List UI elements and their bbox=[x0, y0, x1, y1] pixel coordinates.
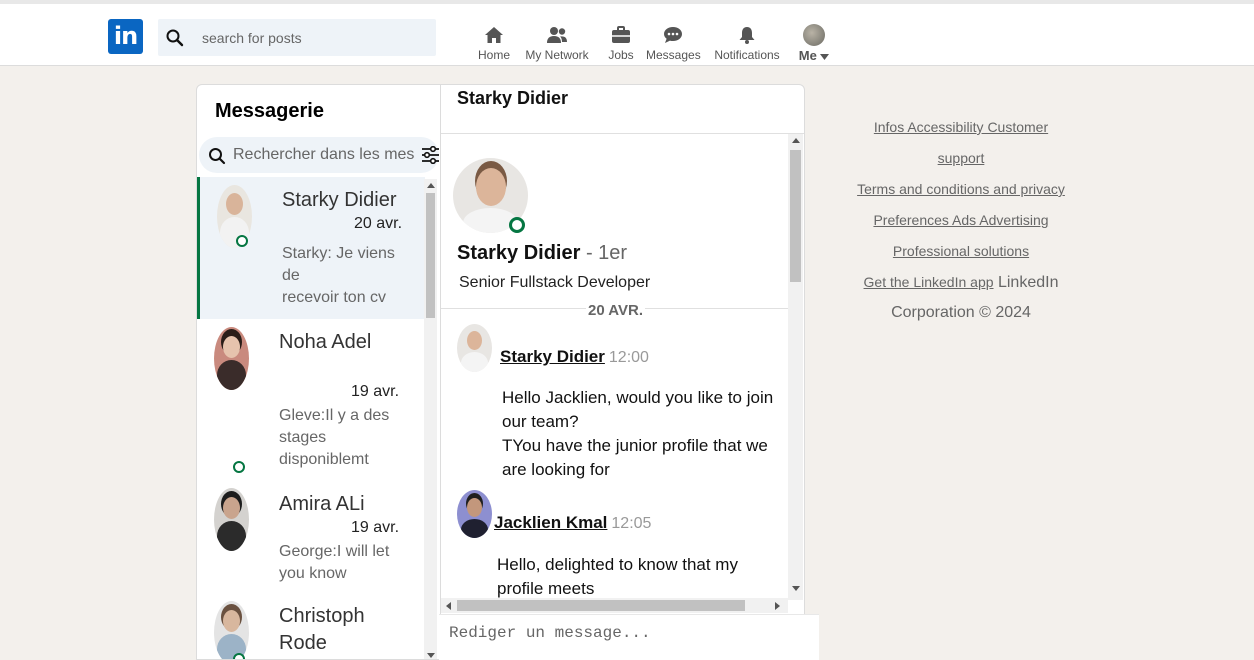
scrollbar-thumb[interactable] bbox=[426, 193, 435, 318]
conversation-item[interactable]: Noha Adel 19 avr. Gleve:Il y a des stage… bbox=[197, 319, 425, 479]
scroll-right-icon[interactable] bbox=[775, 602, 780, 610]
bell-icon bbox=[739, 27, 755, 44]
connection-degree: - 1er bbox=[580, 242, 628, 264]
search-bar bbox=[158, 19, 436, 56]
message-sender[interactable]: Starky Didier 12:00 bbox=[500, 347, 649, 367]
footer-link-support[interactable]: support bbox=[938, 150, 985, 166]
scroll-up-icon[interactable] bbox=[792, 138, 800, 143]
footer-link-app[interactable]: Get the LinkedIn app bbox=[864, 274, 994, 290]
nav-home-label: Home bbox=[477, 48, 510, 62]
me-avatar bbox=[803, 24, 825, 46]
nav-jobs-label: Jobs bbox=[608, 48, 634, 62]
message-text: Hello Jacklien, would you like to join o… bbox=[502, 388, 774, 479]
footer-brand: LinkedIn bbox=[993, 274, 1059, 291]
conversation-date: 20 avr. bbox=[354, 215, 403, 232]
home-icon bbox=[485, 27, 503, 43]
avatar bbox=[214, 488, 249, 551]
conversation-item[interactable]: Starky Didier 20 avr. Starky: Je viens d… bbox=[197, 177, 425, 319]
conversation-name: Christoph Rode bbox=[279, 605, 365, 654]
scroll-down-icon[interactable] bbox=[427, 653, 435, 658]
message-input[interactable] bbox=[439, 615, 819, 660]
conversation-horizontal-scrollbar[interactable] bbox=[441, 598, 788, 613]
nav-home[interactable]: Home bbox=[477, 26, 511, 66]
nav-my-network[interactable]: My Network bbox=[523, 26, 591, 66]
linkedin-logo[interactable]: in bbox=[108, 19, 143, 54]
nav-me-label: Me bbox=[798, 48, 817, 63]
chat-icon bbox=[664, 27, 682, 43]
conversation-header: Starky Didier bbox=[441, 85, 804, 134]
message-text: Hello, delighted to know that my profile… bbox=[497, 555, 738, 598]
scroll-left-icon[interactable] bbox=[446, 602, 451, 610]
conversation-list-column: Messagerie Starky Didier 20 a bbox=[197, 85, 441, 659]
scroll-down-icon[interactable] bbox=[792, 586, 800, 591]
online-status-icon bbox=[509, 217, 525, 233]
nav-messages-label: Messages bbox=[646, 48, 701, 62]
scrollbar-thumb[interactable] bbox=[790, 150, 801, 282]
message-search-input[interactable] bbox=[233, 137, 415, 173]
date-separator: 20 AVR. bbox=[586, 302, 646, 319]
scrollbar-thumb[interactable] bbox=[457, 600, 745, 611]
conversation-snippet: George:I will let you know bbox=[279, 543, 390, 582]
message-avatar[interactable] bbox=[457, 324, 492, 372]
messaging-panel: Messagerie Starky Didier 20 a bbox=[196, 84, 805, 660]
nav-notifications[interactable]: Notifications bbox=[713, 26, 781, 66]
online-status-icon bbox=[233, 461, 245, 473]
online-status-icon bbox=[233, 653, 245, 659]
messaging-title: Messagerie bbox=[215, 100, 324, 122]
conversation-item[interactable]: Amira ALi 19 avr. George:I will let you … bbox=[197, 479, 425, 637]
conversation-snippet: Gleve:Il y a des stages disponiblemt bbox=[279, 407, 390, 468]
search-input[interactable] bbox=[194, 19, 430, 56]
footer-links: Infos Accessibility Customer support Ter… bbox=[830, 114, 1092, 331]
chevron-down-icon bbox=[820, 54, 830, 60]
nav-messages[interactable]: Messages bbox=[646, 26, 701, 66]
conversation-date: 19 avr. bbox=[351, 519, 400, 536]
avatar bbox=[214, 601, 249, 659]
conversation-item[interactable]: Christoph Rode bbox=[197, 589, 425, 659]
nav-notifications-label: Notifications bbox=[714, 48, 780, 62]
avatar bbox=[214, 327, 249, 390]
profile-headline: Senior Fullstack Developer bbox=[459, 274, 651, 291]
nav-jobs[interactable]: Jobs bbox=[606, 26, 636, 66]
conversation-date: 19 avr. bbox=[351, 383, 400, 400]
search-icon bbox=[166, 29, 184, 47]
message-time: 12:05 bbox=[611, 515, 652, 532]
conversation-name: Noha Adel bbox=[279, 331, 372, 353]
message-time: 12:00 bbox=[608, 349, 649, 366]
footer-link-terms[interactable]: Terms and conditions and privacy bbox=[857, 181, 1065, 197]
message-avatar[interactable] bbox=[457, 490, 492, 538]
message-sender[interactable]: Jacklien Kmal 12:05 bbox=[494, 513, 651, 533]
online-status-icon bbox=[236, 235, 248, 247]
nav-me-menu[interactable]: Me bbox=[796, 24, 832, 64]
footer-copyright: Corporation © 2024 bbox=[891, 304, 1031, 321]
footer-link-professional[interactable]: Professional solutions bbox=[893, 243, 1029, 259]
conversation-name: Amira ALi bbox=[279, 493, 365, 515]
footer-link-infos[interactable]: Infos Accessibility Customer bbox=[874, 119, 1048, 135]
filter-icon[interactable] bbox=[421, 146, 440, 164]
search-icon bbox=[209, 148, 226, 165]
message-search-bar bbox=[199, 137, 439, 173]
top-navbar: in Home My Network Jobs bbox=[0, 4, 1254, 66]
conversation-snippet: Starky: Je viens de recevoir ton cv bbox=[282, 245, 395, 306]
briefcase-icon bbox=[612, 26, 630, 43]
conversation-thread: Starky Didier - 1er Senior Fullstack Dev… bbox=[441, 134, 788, 600]
conversation-name: Starky Didier bbox=[282, 189, 397, 211]
scroll-up-icon[interactable] bbox=[427, 183, 435, 188]
conversation-header-name[interactable]: Starky Didier bbox=[457, 88, 568, 109]
profile-name[interactable]: Starky Didier - 1er bbox=[457, 242, 627, 265]
network-icon bbox=[547, 27, 567, 43]
conversation-scrollbar[interactable] bbox=[788, 134, 803, 600]
conversation-list-scrollbar[interactable] bbox=[424, 179, 437, 659]
conversation-detail-column: Starky Didier Starky Didier - 1er Senior… bbox=[441, 85, 804, 659]
message-composer bbox=[439, 614, 819, 660]
footer-link-preferences[interactable]: Preferences Ads Advertising bbox=[873, 212, 1048, 228]
nav-my-network-label: My Network bbox=[525, 48, 589, 62]
